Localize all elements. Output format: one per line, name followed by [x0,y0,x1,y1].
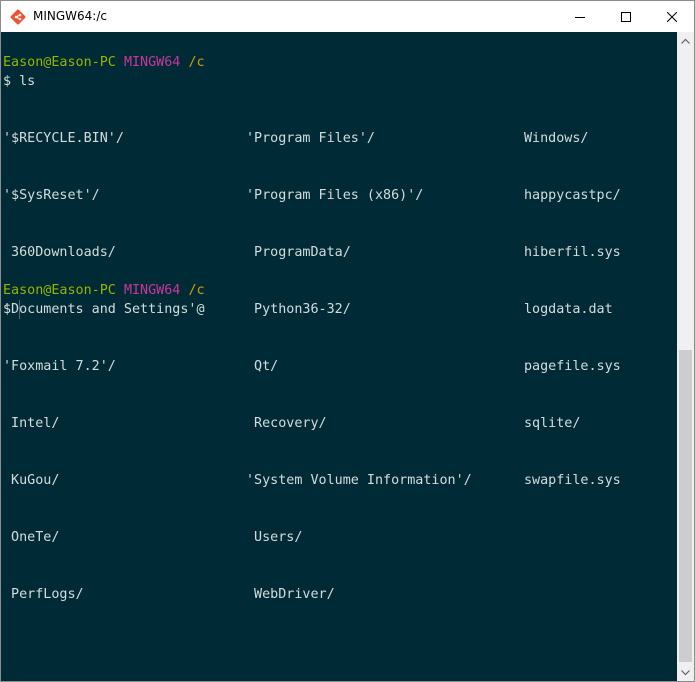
ls-entry: '$RECYCLE.BIN'/ [3,131,124,146]
ls-entry: hiberfil.sys [524,245,621,260]
ls-entry: pagefile.sys [524,359,621,374]
ls-entry: 'Program Files (x86)'/ [246,188,424,203]
prompt-shell: MINGW64 [123,55,181,70]
ls-entry: 'System Volume Information'/ [246,473,472,488]
prompt-line: Eason@Eason-PC MINGW64 /c [3,281,205,300]
ls-entry: Python36-32/ [246,302,351,317]
prompt-line: Eason@Eason-PC MINGW64 /c [3,53,205,72]
scroll-up-button[interactable] [677,32,694,49]
ls-entry: happycastpc/ [524,188,621,203]
ls-entry: PerfLogs/ [3,587,84,602]
prompt-shell: MINGW64 [123,283,181,298]
terminal-output[interactable]: Eason@Eason-PC MINGW64 /c $ ls '$RECYCLE… [1,32,677,681]
ls-column-2: 'Program Files'/ 'Program Files (x86)'/ … [246,91,472,642]
minimize-button[interactable] [557,1,603,32]
ls-column-3: Windows/ happycastpc/ hiberfil.sys logda… [524,91,621,528]
title-bar[interactable]: MINGW64:/c [1,1,694,32]
ls-entry: Intel/ [3,416,60,431]
prompt-symbol: $ [3,302,12,317]
terminal-window: MINGW64:/c Eason@Eason-PC MINGW64 /c $ l… [0,0,695,682]
text-cursor [19,300,20,319]
prompt-cwd: /c [188,283,205,298]
ls-entry: 'Documents and Settings'@ [3,302,205,317]
ls-entry: Recovery/ [246,416,327,431]
command-line: $ ls [3,74,36,89]
window-title: MINGW64:/c [33,9,107,23]
scroll-down-button[interactable] [677,664,694,681]
ls-entry: swapfile.sys [524,473,621,488]
prompt-user-host: Eason@Eason-PC [3,55,116,70]
ls-entry: 360Downloads/ [3,245,116,260]
close-button[interactable] [649,1,694,32]
git-bash-icon [10,9,26,25]
minimize-icon [575,16,585,18]
ls-entry: ProgramData/ [246,245,351,260]
chevron-up-icon [681,38,690,44]
ls-entry: WebDriver/ [246,587,335,602]
ls-entry: Users/ [246,530,303,545]
ls-entry: 'Foxmail 7.2'/ [3,359,116,374]
close-icon [667,11,677,22]
maximize-icon [621,11,631,22]
scrollbar-thumb[interactable] [679,350,692,662]
chevron-down-icon [681,669,690,675]
prompt-user-host: Eason@Eason-PC [3,283,116,298]
ls-entry: sqlite/ [524,416,581,431]
ls-entry: Windows/ [524,131,589,146]
maximize-button[interactable] [603,1,649,32]
vertical-scrollbar[interactable] [677,32,694,681]
ls-entry: KuGou/ [3,473,60,488]
ls-entry: logdata.dat [524,302,613,317]
prompt-cwd: /c [188,55,205,70]
ls-entry: Qt/ [246,359,279,374]
ls-entry: '$SysReset'/ [3,188,100,203]
ls-column-1: '$RECYCLE.BIN'/ '$SysReset'/ 360Download… [3,91,205,642]
ls-entry: OneTe/ [3,530,60,545]
ls-entry: 'Program Files'/ [246,131,375,146]
